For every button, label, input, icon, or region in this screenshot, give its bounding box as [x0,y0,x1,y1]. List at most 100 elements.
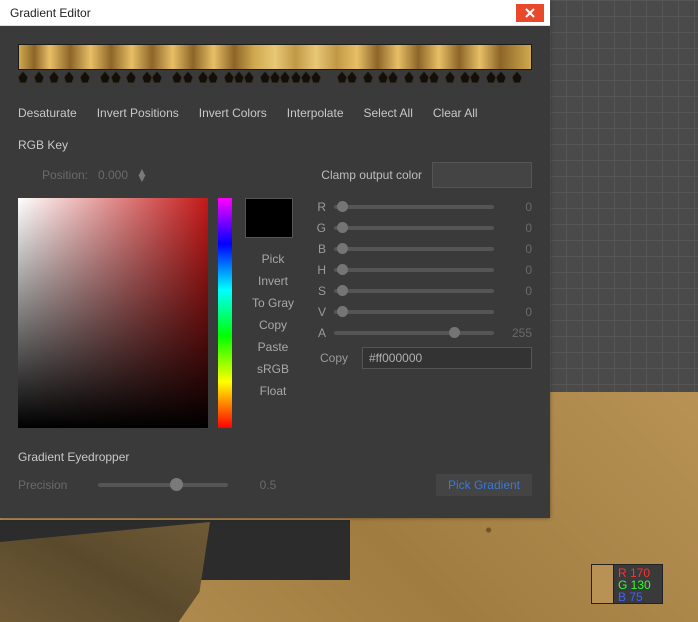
gradient-stop[interactable] [419,71,429,83]
gradient-stop[interactable] [198,71,208,83]
precision-label: Precision [18,478,88,492]
pick-button[interactable]: Pick [242,248,304,270]
gradient-stop[interactable] [244,71,254,83]
gradient-stop[interactable] [34,71,44,83]
gradient-stop[interactable] [111,71,121,83]
copy-button[interactable]: Copy [242,314,304,336]
current-color-swatch[interactable] [245,198,293,238]
hex-input[interactable] [362,347,532,369]
position-value: 0.000 [98,168,128,182]
precision-value: 0.5 [238,478,298,492]
spinner-arrows-icon[interactable]: ▲▼ [136,169,148,181]
gradient-stop[interactable] [404,71,414,83]
gradient-stop[interactable] [49,71,59,83]
eyedropper-title: Gradient Eyedropper [18,450,532,464]
menu-clear-all[interactable]: Clear All [433,106,478,120]
gradient-stop[interactable] [224,71,234,83]
to-gray-button[interactable]: To Gray [242,292,304,314]
r-slider[interactable] [334,205,494,209]
pick-gradient-button[interactable]: Pick Gradient [436,474,532,496]
gradient-stop[interactable] [64,71,74,83]
gradient-stops-row[interactable] [18,74,532,88]
gradient-preview-bar[interactable] [18,44,532,70]
clamp-color-swatch[interactable] [432,162,532,188]
a-slider[interactable] [334,331,494,335]
gradient-stop[interactable] [280,71,290,83]
gradient-stop[interactable] [260,71,270,83]
gradient-stop[interactable] [172,71,182,83]
menu-desaturate[interactable]: Desaturate [18,106,77,120]
rgb-b-value: B 75 [618,591,658,603]
rgb-values: R 170 G 130 B 75 [614,565,662,603]
position-spinner[interactable]: 0.000 ▲▼ [98,168,148,182]
window-title: Gradient Editor [10,6,91,20]
gradient-stop[interactable] [363,71,373,83]
gradient-stop[interactable] [388,71,398,83]
gradient-stop[interactable] [445,71,455,83]
gradient-stop[interactable] [18,71,28,83]
b-slider-row: B0 [314,242,532,256]
v-slider[interactable] [334,310,494,314]
action-menu-row: Desaturate Invert Positions Invert Colors I… [18,106,532,152]
gradient-editor-dialog: Gradient Editor Desaturate Invert Positio… [0,0,550,518]
gradient-stop[interactable] [337,71,347,83]
gradient-stop[interactable] [460,71,470,83]
dialog-body: Desaturate Invert Positions Invert Colors I… [0,26,550,518]
h-slider-row: H0 [314,263,532,277]
gradient-stop[interactable] [126,71,136,83]
invert-button[interactable]: Invert [242,270,304,292]
color-picker-zone: Pick Invert To Gray Copy Paste sRGB Floa… [18,198,532,428]
gradient-stop[interactable] [378,71,388,83]
menu-interpolate[interactable]: Interpolate [287,106,344,120]
close-button[interactable] [516,4,544,22]
menu-select-all[interactable]: Select All [364,106,413,120]
s-slider[interactable] [334,289,494,293]
r-slider-row: R0 [314,200,532,214]
srgb-button[interactable]: sRGB [242,358,304,380]
gradient-stop[interactable] [470,71,480,83]
g-slider[interactable] [334,226,494,230]
gradient-stop[interactable] [183,71,193,83]
gradient-stop[interactable] [142,71,152,83]
clamp-label: Clamp output color [321,168,422,182]
gradient-stop[interactable] [311,71,321,83]
close-icon [525,8,535,18]
gradient-stop[interactable] [301,71,311,83]
gradient-stop[interactable] [486,71,496,83]
gradient-stop[interactable] [270,71,280,83]
gradient-stop[interactable] [291,71,301,83]
gradient-stop[interactable] [208,71,218,83]
channel-sliders: R0 G0 B0 H0 S0 V0 A255 Copy [314,198,532,428]
rgb-swatch [592,565,614,603]
rgb-info-badge: R 170 G 130 B 75 [591,564,663,604]
app-root: R 170 G 130 B 75 Gradient Editor Desatur… [0,0,698,622]
g-slider-row: G0 [314,221,532,235]
eyedropper-section: Gradient Eyedropper Precision 0.5 Pick G… [18,450,532,496]
float-button[interactable]: Float [242,380,304,402]
gradient-stop[interactable] [496,71,506,83]
gradient-stop[interactable] [429,71,439,83]
paste-button[interactable]: Paste [242,336,304,358]
h-slider[interactable] [334,268,494,272]
v-slider-row: V0 [314,305,532,319]
a-slider-row: A255 [314,326,532,340]
hex-label: Copy [314,351,354,365]
menu-rgb-key[interactable]: RGB Key [18,138,68,152]
menu-invert-colors[interactable]: Invert Colors [199,106,267,120]
hue-strip[interactable] [218,198,232,428]
gradient-stop[interactable] [347,71,357,83]
menu-invert-positions[interactable]: Invert Positions [97,106,179,120]
s-slider-row: S0 [314,284,532,298]
gradient-stop[interactable] [152,71,162,83]
b-slider[interactable] [334,247,494,251]
hex-row: Copy [314,347,532,369]
position-label: Position: [18,168,88,182]
gradient-stop[interactable] [100,71,110,83]
precision-slider[interactable] [98,483,228,487]
color-actions-column: Pick Invert To Gray Copy Paste sRGB Floa… [242,198,304,428]
gradient-stop[interactable] [512,71,522,83]
gradient-stop[interactable] [80,71,90,83]
title-bar[interactable]: Gradient Editor [0,0,550,26]
saturation-value-field[interactable] [18,198,208,428]
gradient-stop[interactable] [234,71,244,83]
